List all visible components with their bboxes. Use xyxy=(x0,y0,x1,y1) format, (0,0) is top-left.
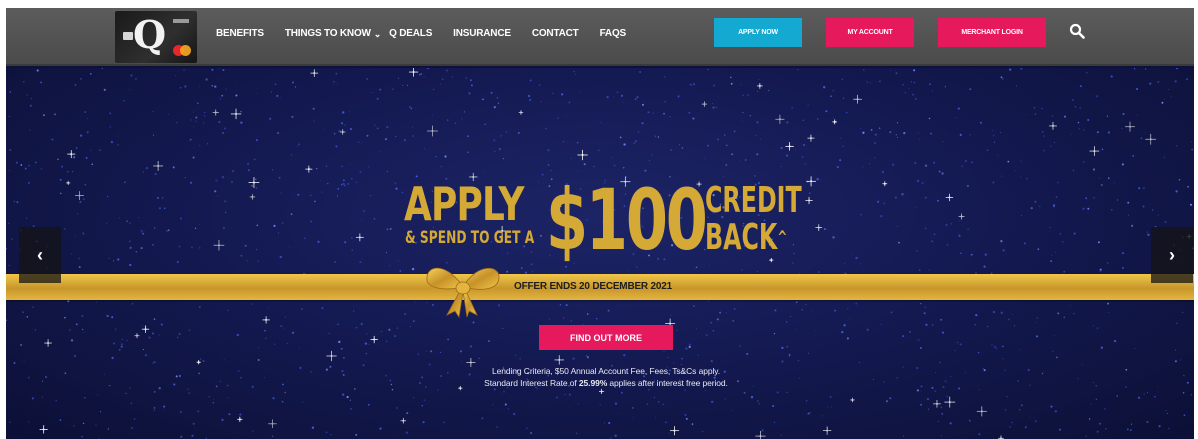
interest-rate: 25.99% xyxy=(578,378,608,388)
logo-letter: Q xyxy=(133,12,167,57)
nav-things-to-know[interactable]: THINGS TO KNOW ⌄ xyxy=(285,28,381,39)
offer-end-text: OFFER ENDS 20 DECEMBER 2021 xyxy=(514,281,672,292)
chevron-down-icon: ⌄ xyxy=(373,28,382,39)
search-icon[interactable] xyxy=(1069,23,1085,39)
nav-faqs[interactable]: FAQS xyxy=(600,28,627,39)
card-mark-icon xyxy=(173,19,189,23)
hero-banner: APPLY & SPEND TO GET A $100 CREDIT BACK^… xyxy=(6,68,1194,439)
nav-things-to-know-label: THINGS TO KNOW xyxy=(284,27,371,39)
legal-line-2: Standard Interest Rate of 25.99% applies… xyxy=(386,377,826,389)
chevron-right-icon: › xyxy=(1169,244,1175,265)
headline-back-text: BACK xyxy=(705,217,778,258)
apply-now-button[interactable]: APPLY NOW xyxy=(714,18,802,47)
find-out-more-button[interactable]: FIND OUT MORE xyxy=(539,325,673,350)
q-card-logo[interactable]: Q xyxy=(115,11,197,63)
headline-back: BACK^ xyxy=(705,220,787,256)
card-chip-icon xyxy=(123,32,133,40)
nav-insurance[interactable]: INSURANCE xyxy=(453,28,511,39)
headline-apply: APPLY xyxy=(404,177,525,231)
mastercard-icon xyxy=(173,45,191,56)
nav-links: BENEFITS THINGS TO KNOW ⌄ Q DEALS INSURAN… xyxy=(216,8,647,58)
nav-benefits[interactable]: BENEFITS xyxy=(216,28,264,39)
headline-back-mark: ^ xyxy=(777,227,788,248)
legal-line-2-prefix: Standard Interest Rate of xyxy=(484,378,579,388)
my-account-button[interactable]: MY ACCOUNT xyxy=(826,18,914,47)
nav-q-deals[interactable]: Q DEALS xyxy=(389,28,432,39)
carousel-prev-button[interactable]: ‹ xyxy=(19,227,61,283)
merchant-login-button[interactable]: MERCHANT LOGIN xyxy=(938,18,1046,47)
headline-credit: CREDIT xyxy=(705,180,802,221)
carousel-next-button[interactable]: › xyxy=(1151,227,1193,283)
gold-ribbon: OFFER ENDS 20 DECEMBER 2021 xyxy=(6,274,1194,300)
chevron-left-icon: ‹ xyxy=(37,244,43,265)
legal-line-2-suffix: applies after interest free period. xyxy=(607,378,728,388)
headline-amount: $100 xyxy=(546,171,708,269)
legal-line-1: Lending Criteria, $50 Annual Account Fee… xyxy=(491,366,721,376)
nav-contact[interactable]: CONTACT xyxy=(532,28,579,39)
page-frame: Q BENEFITS THINGS TO KNOW ⌄ Q DEALS INSUR… xyxy=(6,8,1194,439)
legal-disclaimer: Lending Criteria, $50 Annual Account Fee… xyxy=(386,365,826,389)
top-navigation: Q BENEFITS THINGS TO KNOW ⌄ Q DEALS INSUR… xyxy=(6,8,1194,66)
gold-bow-icon xyxy=(426,267,500,319)
headline-spend-line: & SPEND TO GET A xyxy=(405,228,535,248)
